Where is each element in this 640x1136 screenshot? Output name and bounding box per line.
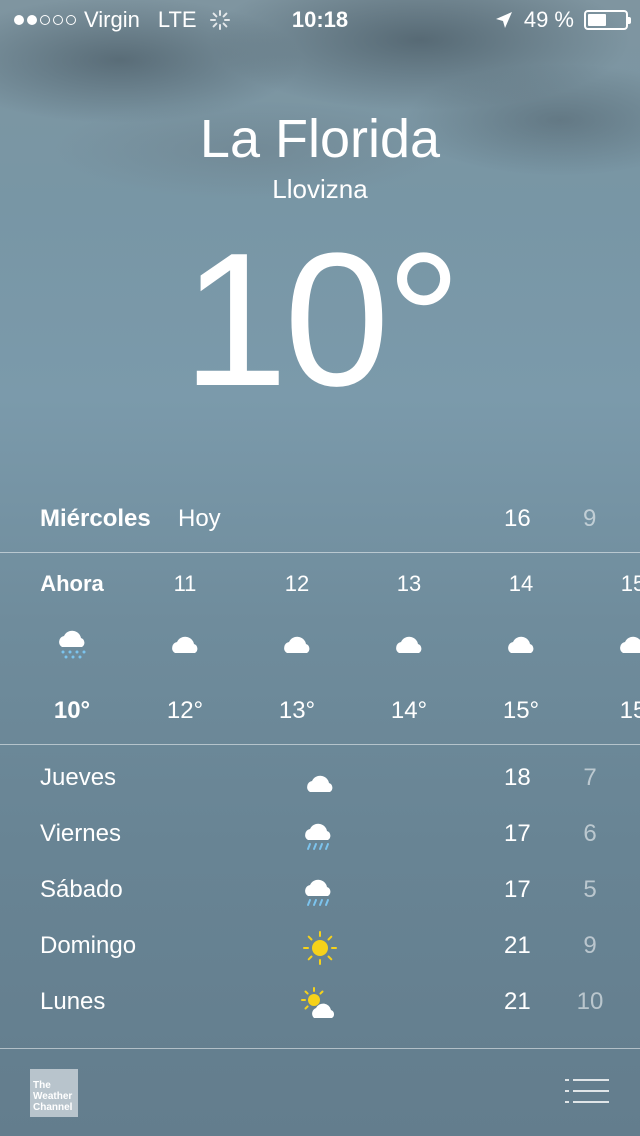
- current-temperature: 10°: [182, 214, 461, 426]
- day-row: Lunes 21 10: [0, 984, 640, 1024]
- location-arrow-icon: [495, 12, 512, 28]
- partly-cloudy-icon: [301, 987, 335, 1018]
- cloud-icon: [508, 636, 534, 653]
- hour-temp: 15°: [502, 697, 540, 724]
- cloud-icon: [284, 636, 310, 653]
- today-high: 16: [504, 505, 531, 532]
- day-name: Jueves: [40, 764, 117, 791]
- day-row: Sábado 17 5: [0, 872, 640, 912]
- day-name: Sábado: [40, 876, 123, 903]
- day-name: Lunes: [40, 988, 106, 1015]
- today-day: Miércoles: [40, 505, 151, 532]
- day-low: 5: [583, 876, 597, 903]
- hour-temp: 14°: [390, 697, 428, 724]
- day-name: Domingo: [40, 932, 137, 959]
- hour-time: Ahora: [40, 571, 104, 596]
- hour-time: 13: [396, 571, 422, 596]
- day-low: 9: [583, 932, 597, 959]
- day-low: 10: [576, 988, 604, 1015]
- battery-percent: 49 %: [523, 7, 574, 32]
- hour-temp: 12°: [166, 697, 204, 724]
- day-high: 17: [504, 876, 531, 903]
- weather-channel-logo[interactable]: The Weather Channel: [30, 1069, 78, 1117]
- hour-time: 12: [284, 571, 310, 596]
- day-low: 6: [583, 820, 597, 847]
- logo-text: Channel: [33, 1102, 73, 1113]
- city-name: La Florida: [199, 109, 441, 169]
- hour-temp: 15: [619, 697, 640, 724]
- divider-bottom: [0, 1048, 640, 1049]
- sun-icon: [303, 931, 337, 965]
- cloud-icon: [620, 636, 640, 653]
- cloud-icon: [396, 636, 422, 653]
- cloud-drizzle-icon: [59, 630, 86, 659]
- cloud-rain-icon: [305, 879, 331, 906]
- day-high: 21: [504, 988, 531, 1015]
- day-name: Viernes: [40, 820, 121, 847]
- today-summary: Miércoles Hoy 16 9: [0, 505, 640, 545]
- cloud-rain-icon: [305, 823, 331, 850]
- city-list-icon[interactable]: [565, 1077, 609, 1105]
- day-high: 21: [504, 932, 531, 959]
- hour-time: 14: [508, 571, 534, 596]
- day-high: 17: [504, 820, 531, 847]
- hourly-forecast[interactable]: Ahora 10° 11 12° 12 13° 13 14° 14 15° 15…: [0, 553, 640, 743]
- battery-icon: [584, 10, 631, 30]
- day-row: Viernes 17 6: [0, 816, 640, 856]
- weather-condition: Llovizna: [272, 174, 368, 204]
- cloud-icon: [172, 636, 198, 653]
- today-low: 9: [583, 505, 597, 532]
- day-low: 7: [583, 764, 597, 791]
- cloud-icon: [307, 775, 333, 792]
- day-high: 18: [504, 764, 531, 791]
- divider-middle: [0, 744, 640, 745]
- today-label: Hoy: [178, 505, 221, 532]
- logo-text: Weather: [33, 1091, 73, 1102]
- hour-temp: 13°: [278, 697, 316, 724]
- hour-time: 11: [173, 571, 197, 596]
- logo-text: The: [33, 1080, 51, 1091]
- hour-time: 15: [620, 571, 640, 596]
- day-row: Domingo 21 9: [0, 928, 640, 968]
- hour-temp: 10°: [53, 697, 91, 724]
- status-bar: Virgin LTE 10:18 49 %: [0, 0, 640, 40]
- day-row: Jueves 18 7: [0, 760, 640, 800]
